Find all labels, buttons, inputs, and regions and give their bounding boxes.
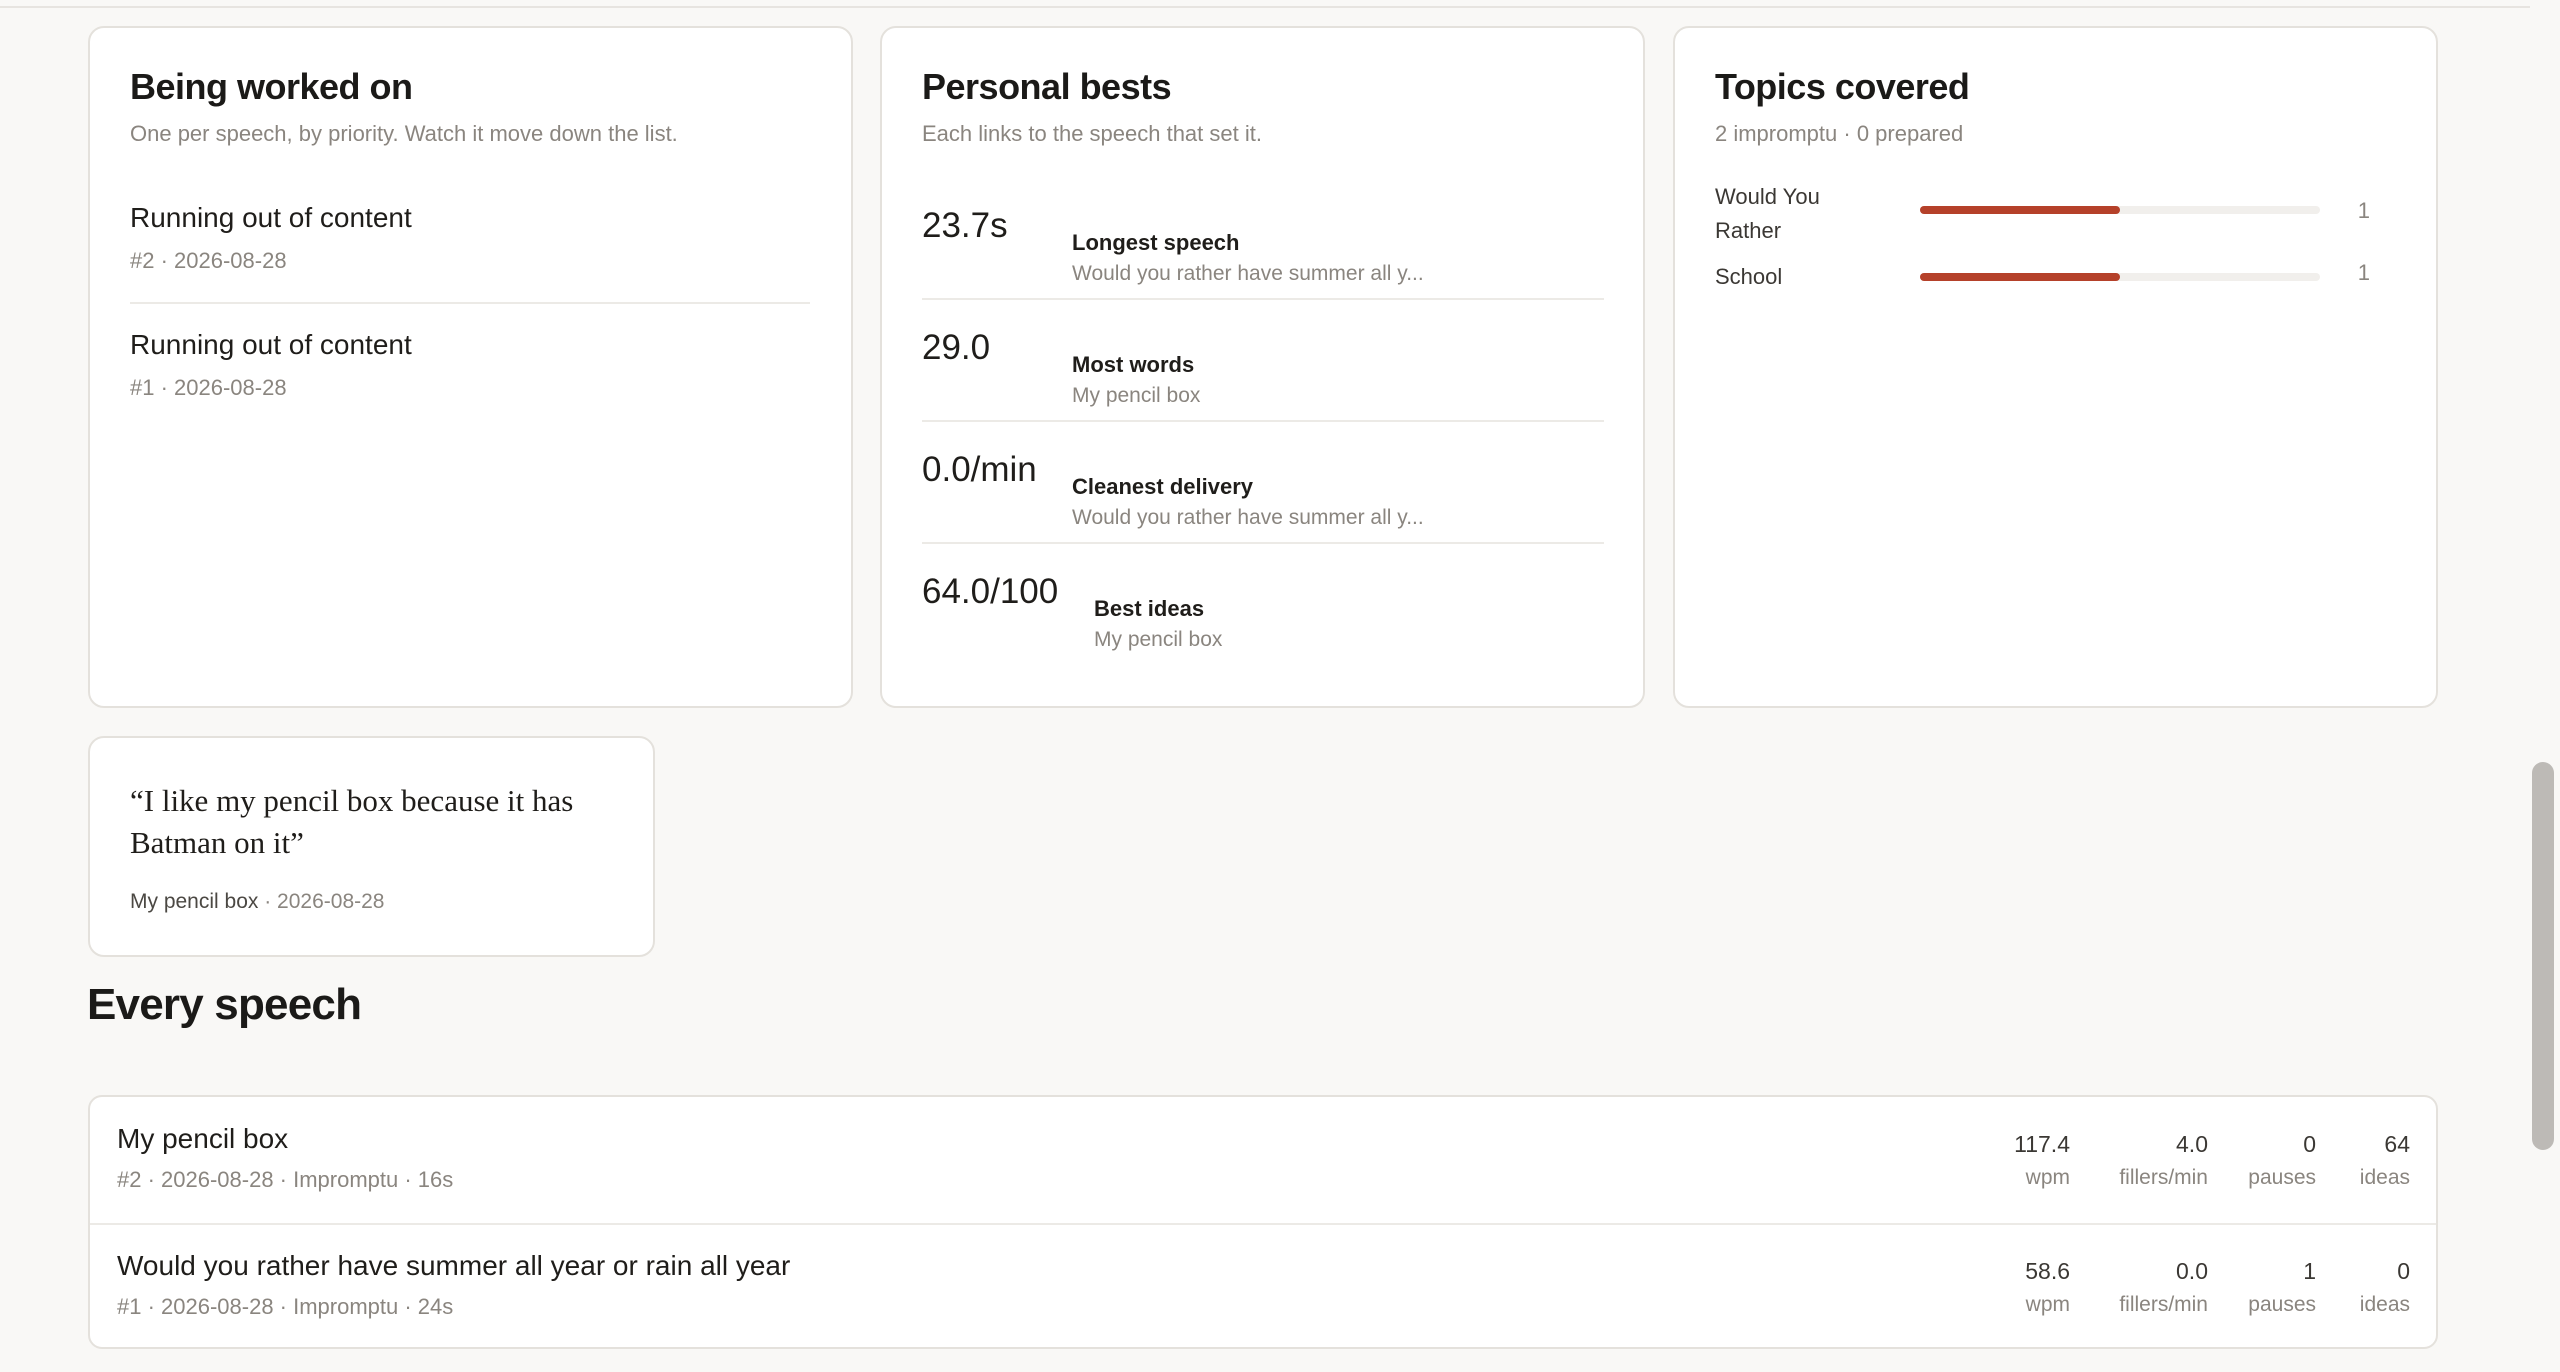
personal-best-most-words[interactable]: 29.0 Most words My pencil box	[922, 328, 1604, 428]
scrollbar-track[interactable]	[2530, 0, 2560, 1372]
pb-value: 23.7s	[922, 206, 1008, 245]
stat-wpm: 117.4 wpm	[2014, 1131, 2070, 1190]
personal-best-longest-speech[interactable]: 23.7s Longest speech Would you rather ha…	[922, 206, 1604, 306]
topic-bar-track	[1920, 206, 2320, 214]
pb-speech-link[interactable]: Would you rather have summer all y...	[1072, 262, 1424, 286]
pb-label: Cleanest delivery	[1072, 474, 1253, 499]
personal-best-best-ideas[interactable]: 64.0/100 Best ideas My pencil box	[922, 572, 1604, 672]
stat-unit: wpm	[2025, 1166, 2070, 1189]
pb-value: 64.0/100	[922, 572, 1059, 611]
stat-unit: ideas	[2359, 1293, 2410, 1316]
stat-ideas: 0 ideas	[2360, 1258, 2410, 1317]
speech-row[interactable]: My pencil box #2 · 2026-08-28 · Imprompt…	[90, 1097, 2436, 1223]
quote-card: “I like my pencil box because it has Bat…	[88, 736, 655, 957]
pb-speech-link[interactable]: Would you rather have summer all y...	[1072, 506, 1424, 530]
work-item-title: Running out of content	[130, 202, 412, 233]
divider	[922, 420, 1604, 422]
stat-unit: ideas	[2359, 1166, 2410, 1189]
card-subtitle: 2 impromptu · 0 prepared	[1715, 121, 1964, 146]
topic-label: Would You Rather	[1715, 184, 1820, 243]
stat-fillers: 4.0 fillers/min	[2119, 1131, 2208, 1190]
work-item-meta: #1 · 2026-08-28	[130, 375, 287, 400]
topic-count: 1	[2357, 198, 2370, 223]
pb-value: 29.0	[922, 328, 991, 367]
quote-meta: My pencil box · 2026-08-28	[130, 890, 384, 914]
stat-value: 0	[2303, 1131, 2316, 1157]
stat-pauses: 0 pauses	[2248, 1131, 2316, 1190]
stat-unit: pauses	[2248, 1166, 2316, 1189]
topic-bar-fill	[1920, 273, 2120, 281]
personal-bests-card: Personal bests Each links to the speech …	[880, 26, 1645, 708]
divider	[922, 298, 1604, 300]
topic-bar-track	[1920, 273, 2320, 281]
stat-ideas: 64 ideas	[2360, 1131, 2410, 1190]
stat-value: 117.4	[2014, 1131, 2070, 1157]
work-item-title: Running out of content	[130, 329, 412, 360]
work-item[interactable]: Running out of content #1 · 2026-08-28	[130, 329, 810, 401]
pb-label: Most words	[1072, 352, 1195, 377]
work-item-meta: #2 · 2026-08-28	[130, 248, 287, 273]
topic-label: School	[1715, 264, 1783, 289]
speech-meta: #2 · 2026-08-28 · Impromptu · 16s	[117, 1167, 454, 1192]
top-divider	[0, 6, 2535, 8]
card-title: Being worked on	[130, 66, 413, 107]
pb-speech-link[interactable]: My pencil box	[1094, 628, 1222, 652]
quote-source-link[interactable]: My pencil box	[130, 890, 258, 913]
stat-value: 0	[2397, 1258, 2410, 1284]
quote-date: · 2026-08-28	[264, 890, 385, 913]
stat-value: 4.0	[2176, 1131, 2208, 1157]
stat-unit: pauses	[2248, 1293, 2316, 1316]
speech-row[interactable]: Would you rather have summer all year or…	[90, 1224, 2436, 1347]
quote-text: “I like my pencil box because it has Bat…	[130, 783, 574, 860]
work-item[interactable]: Running out of content #2 · 2026-08-28	[130, 202, 810, 274]
topic-count: 1	[2357, 260, 2370, 285]
section-title: Every speech	[87, 980, 362, 1029]
stat-value: 0.0	[2176, 1258, 2208, 1284]
topic-bar-fill	[1920, 206, 2120, 214]
pb-label: Best ideas	[1094, 596, 1205, 621]
pb-label: Longest speech	[1072, 230, 1240, 255]
stat-value: 64	[2384, 1131, 2410, 1157]
stat-value: 1	[2303, 1258, 2316, 1284]
topics-covered-card: Topics covered 2 impromptu · 0 prepared …	[1673, 26, 2438, 708]
being-worked-on-card: Being worked on One per speech, by prior…	[88, 26, 853, 708]
speech-title: My pencil box	[117, 1123, 289, 1154]
scrollbar-thumb[interactable]	[2532, 762, 2554, 1150]
stat-pauses: 1 pauses	[2248, 1258, 2316, 1317]
stat-unit: fillers/min	[2119, 1166, 2208, 1189]
stat-value: 58.6	[2025, 1258, 2070, 1284]
stat-wpm: 58.6 wpm	[2025, 1258, 2070, 1317]
card-subtitle: One per speech, by priority. Watch it mo…	[130, 121, 678, 146]
card-title: Personal bests	[922, 66, 1172, 107]
speech-list: My pencil box #2 · 2026-08-28 · Imprompt…	[88, 1095, 2438, 1349]
card-title: Topics covered	[1715, 66, 1970, 107]
speech-title: Would you rather have summer all year or…	[117, 1250, 791, 1281]
pb-speech-link[interactable]: My pencil box	[1072, 384, 1200, 408]
stat-unit: wpm	[2025, 1293, 2070, 1316]
card-subtitle: Each links to the speech that set it.	[922, 121, 1262, 146]
stat-fillers: 0.0 fillers/min	[2119, 1258, 2208, 1317]
divider	[922, 542, 1604, 544]
speech-meta: #1 · 2026-08-28 · Impromptu · 24s	[117, 1294, 454, 1319]
personal-best-cleanest-delivery[interactable]: 0.0/min Cleanest delivery Would you rath…	[922, 450, 1604, 550]
stat-unit: fillers/min	[2119, 1293, 2208, 1316]
divider	[130, 302, 810, 304]
pb-value: 0.0/min	[922, 450, 1037, 489]
